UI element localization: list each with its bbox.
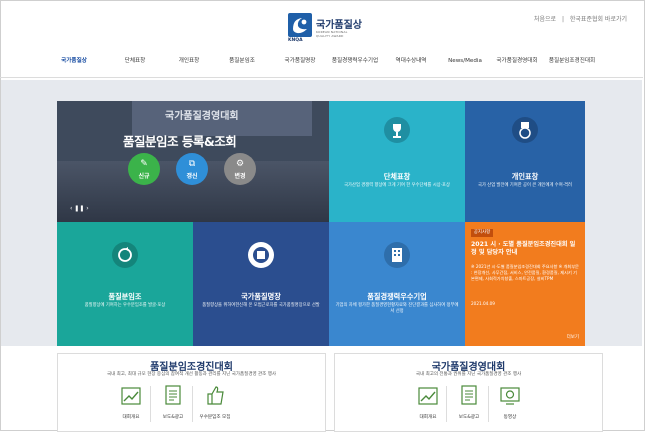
tile-excellent-company-desc: 기업의 자체 평가한 품질경영현황자료와 진단결과를 심사하여 정부에서 선정 xyxy=(335,303,459,314)
tile-excellent-company[interactable]: 품질경쟁력우수기업 기업의 자체 평가한 품질경영현황자료와 진단결과를 심사하… xyxy=(329,222,465,346)
thumbs-up-icon[interactable] xyxy=(204,384,226,406)
nav-item-quality-circle-contest[interactable]: 품질분임조경진대회 xyxy=(546,58,598,65)
trophy-icon xyxy=(384,117,410,143)
notice-more-link[interactable]: 더보기 xyxy=(567,334,579,340)
panel-quality-management-convention-desc: 국내 최고의 전통과 권위를 지닌 국가품질경영 관조 행사 xyxy=(415,372,522,377)
nav-item-quality-master[interactable]: 국가품질명장 xyxy=(278,58,322,65)
ksa-link[interactable]: 한국표준협회 바로가기 xyxy=(570,16,627,23)
home-link[interactable]: 처음으로 xyxy=(534,16,556,23)
tile-excellent-company-title: 품질경쟁력우수기업 xyxy=(367,292,427,301)
tile-group-award[interactable]: 단체표창 국가산업 경쟁력 향상에 크게 기여 한 우수단체를 시상·포상 xyxy=(329,101,465,222)
nav-item-group-award[interactable]: 단체표창 xyxy=(117,58,153,65)
panel-item-label[interactable]: 보도&광고 xyxy=(449,414,489,420)
panel-item-label[interactable]: 보도&광고 xyxy=(153,414,193,420)
notice-card[interactable]: 공지사항 2021 시 · 도별 품질분임조경진대회 일정 및 담당자 안내 ※… xyxy=(465,222,585,346)
panel-item-label[interactable]: 우수분임조 모집 xyxy=(191,414,239,420)
nav-item-quality-management-convention[interactable]: 국가품질경영대회 xyxy=(491,58,543,65)
main-navigation: 국가품질상 단체표창 개인표창 품질분임조 국가품질명장 품질경쟁력우수기업 역… xyxy=(0,56,643,78)
gear-icon: ⚙ xyxy=(235,159,245,169)
change-button[interactable]: ⚙ 변경 xyxy=(224,153,256,185)
nav-item-national-quality-award[interactable]: 국가품질상 xyxy=(55,58,93,65)
panel-item-label[interactable]: 동영상 xyxy=(490,414,530,420)
top-links-divider: | xyxy=(561,16,564,23)
logo-name: 국가품질상 xyxy=(316,20,362,31)
notice-badge: 공지사항 xyxy=(471,229,493,237)
building-icon xyxy=(384,242,410,268)
notice-title[interactable]: 2021 시 · 도별 품질분임조경진대회 일정 및 담당자 안내 xyxy=(471,241,579,257)
video-icon[interactable] xyxy=(499,384,521,406)
hero-banner: 국가품질경영대회 품질분임조 등록&조회 ✎ 신규 ⧉ 갱신 ⚙ 변경 ‹ ❚❚… xyxy=(57,101,329,222)
logo-subtitle: KOREAN NATIONAL QUALITY AWARD xyxy=(316,30,348,38)
tile-group-award-desc: 국가산업 경쟁력 향상에 크게 기여 한 우수단체를 시상·포상 xyxy=(344,183,450,188)
refresh-doc-icon: ⧉ xyxy=(188,159,196,169)
new-registration-label: 신규 xyxy=(138,173,150,180)
medal-icon xyxy=(512,117,538,143)
hero-title: 품질분임조 등록&조회 xyxy=(123,134,237,149)
nav-item-individual-award[interactable]: 개인표창 xyxy=(171,58,207,65)
panel-quality-management-convention: 국가품질경영대회 국내 최고의 전통과 권위를 지닌 국가품질경영 관조 행사 … xyxy=(334,353,603,432)
tile-quality-circle-desc: 품질향상에 기여하는 우수분임조를 발굴·포상 xyxy=(84,303,166,308)
seal-icon xyxy=(248,242,274,268)
panel-item-label[interactable]: 대회개요 xyxy=(408,414,448,420)
notice-date: 2021.04.09 xyxy=(471,301,495,306)
tile-quality-master[interactable]: 국가품질명장 품질향상을 위하여헌신해 온 모범근로자를 국가품질명장으로 선발 xyxy=(193,222,329,346)
chart-up-icon[interactable] xyxy=(417,384,439,406)
notice-text: ※ 2021년 시·도별 품질분임조경진대회 주요사항 ※ 개최부문 : 현장개… xyxy=(471,264,579,281)
pencil-icon: ✎ xyxy=(140,159,148,169)
site-logo[interactable]: 국가품질상 KOREAN NATIONAL QUALITY AWARD KNQA xyxy=(288,13,378,45)
nav-divider xyxy=(0,77,643,78)
nav-item-award-history[interactable]: 역대수상내역 xyxy=(389,58,433,65)
tile-individual-award[interactable]: 개인표창 국가 산업 발전에 기여한 공이 큰 개인에게 수여·격려 xyxy=(465,101,585,222)
tile-quality-master-title: 국가품질명장 xyxy=(241,292,281,301)
nav-item-news-media[interactable]: News/Media xyxy=(443,58,487,65)
nav-item-excellent-company[interactable]: 품질경쟁력우수기업 xyxy=(330,58,380,65)
panel-quality-circle-contest-desc: 국내 최고, 최대 규모 현장 중심의 참여적 개선 활동과 관리를 지닌 국가… xyxy=(106,372,277,377)
logo-abbr: KNQA xyxy=(288,38,303,43)
change-label: 변경 xyxy=(234,173,246,180)
tile-individual-award-title: 개인표창 xyxy=(511,172,539,181)
document-icon[interactable] xyxy=(162,384,184,406)
nav-item-quality-circle[interactable]: 품질분임조 xyxy=(222,58,262,65)
logo-mark-icon xyxy=(288,13,312,37)
new-registration-button[interactable]: ✎ 신규 xyxy=(128,153,160,185)
tile-group-award-title: 단체표창 xyxy=(383,172,411,181)
tile-quality-circle-title: 품질분임조 xyxy=(108,292,142,301)
chart-up-icon[interactable] xyxy=(120,384,142,406)
slider-controls[interactable]: ‹ ❚❚ › xyxy=(70,205,89,212)
renewal-button[interactable]: ⧉ 갱신 xyxy=(176,153,208,185)
panel-item-label[interactable]: 대회개요 xyxy=(111,414,151,420)
tile-quality-master-desc: 품질향상을 위하여헌신해 온 모범근로자를 국가품질명장으로 선발 xyxy=(202,303,320,308)
logo-subtitle-line2: QUALITY AWARD xyxy=(316,34,344,38)
tile-quality-circle[interactable]: 품질분임조 품질향상에 기여하는 우수분임조를 발굴·포상 xyxy=(57,222,193,346)
document-icon[interactable] xyxy=(458,384,480,406)
renewal-label: 갱신 xyxy=(186,173,198,180)
tile-individual-award-desc: 국가 산업 발전에 기여한 공이 큰 개인에게 수여·격려 xyxy=(478,183,572,188)
top-links: 처음으로 | 한국표준협회 바로가기 xyxy=(530,14,627,23)
hero-stage-text: 국가품질경영대회 xyxy=(165,111,239,122)
panel-quality-circle-contest: 품질분임조경진대회 국내 최고, 최대 규모 현장 중심의 참여적 개선 활동과… xyxy=(57,353,326,432)
cycle-icon xyxy=(112,242,138,268)
